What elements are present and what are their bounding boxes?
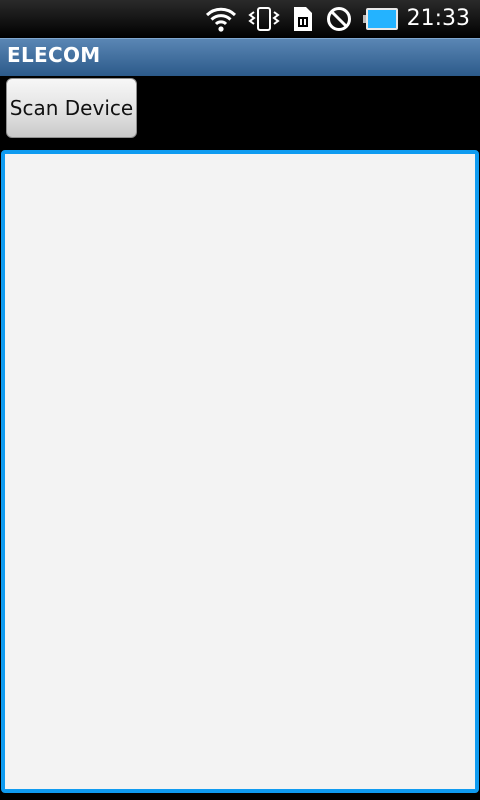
sim-card-icon	[291, 0, 315, 38]
title-bar: ELECOM	[0, 38, 480, 76]
app-title: ELECOM	[7, 43, 101, 67]
scan-device-button[interactable]: Scan Device	[6, 78, 137, 138]
wifi-icon	[205, 0, 237, 38]
battery-icon	[362, 0, 399, 38]
no-sign-icon	[325, 0, 353, 38]
vibrate-icon	[247, 0, 281, 38]
status-bar: 21:33	[0, 0, 480, 38]
device-list[interactable]	[1, 150, 479, 793]
status-clock: 21:33	[406, 6, 470, 31]
